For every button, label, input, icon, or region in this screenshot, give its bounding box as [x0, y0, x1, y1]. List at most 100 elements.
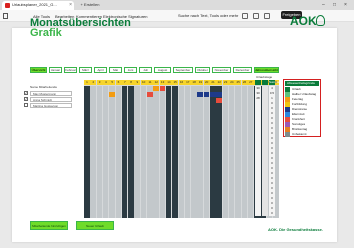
summary-cell [255, 211, 261, 216]
weekend-column[interactable] [84, 86, 90, 218]
day-column[interactable] [147, 86, 153, 218]
day-header: 6 [115, 80, 122, 85]
app-window: Urlaubsplaner_2021_G... × + Erstellen – … [0, 0, 354, 248]
month-tab-1[interactable]: Januar [49, 67, 62, 73]
day-column[interactable] [178, 86, 184, 218]
month-tab-13[interactable]: Jahresübersicht [254, 67, 279, 73]
ai-assistant-icon[interactable] [242, 13, 248, 19]
day-column[interactable] [140, 86, 147, 218]
maximize-icon[interactable]: □ [333, 0, 336, 10]
weekend-column[interactable] [121, 86, 128, 218]
month-tab-11[interactable]: November [212, 67, 231, 73]
absence-mark[interactable] [109, 92, 115, 97]
add-employee-button[interactable]: Mitarbeitende hinzufügen [30, 221, 68, 230]
month-tab-10[interactable]: Oktober [195, 67, 210, 73]
day-column[interactable] [102, 86, 109, 218]
summary-header: Summe [269, 80, 280, 85]
aok-logo: AOK [290, 14, 317, 28]
day-header: 15 [172, 80, 179, 85]
menu-icon[interactable] [3, 13, 8, 19]
vacation-days-label: Urlaubstage [256, 75, 273, 79]
day-column[interactable] [184, 86, 191, 218]
legend-swatch [285, 132, 290, 137]
day-column[interactable] [153, 86, 159, 218]
absence-mark[interactable] [203, 92, 210, 97]
day-column[interactable] [159, 86, 166, 218]
employee-checkbox[interactable] [24, 103, 28, 107]
legend-item: Unbekannt [285, 132, 319, 137]
day-column[interactable] [235, 86, 241, 218]
employee-name-field[interactable]: Anna Schmidt [30, 97, 72, 102]
employee-checkbox[interactable]: ✓ [24, 97, 28, 101]
day-column[interactable] [247, 86, 254, 218]
weekend-column[interactable] [172, 86, 178, 218]
absence-mark[interactable] [153, 86, 159, 91]
month-tab-2[interactable]: Februar [64, 67, 77, 73]
day-column[interactable] [115, 86, 121, 218]
bookmark-icon[interactable] [264, 13, 270, 19]
day-column[interactable] [90, 86, 96, 218]
absence-mark[interactable] [216, 98, 222, 103]
day-header: 16 [178, 80, 185, 85]
day-column[interactable] [191, 86, 197, 218]
day-header: 19 [197, 80, 204, 85]
summary-cell: 0 [269, 211, 275, 216]
day-header: 20 [203, 80, 210, 85]
day-header: 24 [228, 80, 235, 85]
day-column[interactable] [197, 86, 203, 218]
document-tab[interactable]: Urlaubsplaner_2021_G... × [2, 1, 74, 10]
employee-name-field[interactable]: Max Mustermann [30, 91, 72, 96]
month-tab-4[interactable]: April [94, 67, 107, 73]
day-header: 18 [191, 80, 198, 85]
new-tab-button[interactable]: + Erstellen [77, 1, 103, 9]
print-icon[interactable] [253, 13, 259, 19]
day-header: 27 [247, 80, 254, 85]
weekend-column[interactable] [216, 86, 222, 218]
month-tab-0[interactable]: Übersicht [30, 67, 47, 73]
absence-mark[interactable] [147, 92, 153, 97]
day-header: 4 [102, 80, 109, 85]
pdf-icon [5, 3, 10, 8]
day-header: 14 [165, 80, 172, 85]
day-column[interactable] [134, 86, 140, 218]
minimize-icon[interactable]: – [322, 0, 325, 10]
day-column[interactable] [109, 86, 115, 218]
legend-header: Abwesenheitsgründe [285, 81, 319, 86]
legend-label: Unbekannt [292, 132, 307, 136]
page-subtitle: Grafik [30, 27, 62, 39]
month-tab-7[interactable]: Juli [139, 67, 152, 73]
month-tab-3[interactable]: März [79, 67, 92, 73]
month-tab-12[interactable]: Dezember [233, 67, 252, 73]
month-tab-5[interactable]: Mai [109, 67, 122, 73]
absence-mark[interactable] [210, 92, 216, 97]
day-header: 23 [222, 80, 229, 85]
day-header: 3 [96, 80, 103, 85]
new-vacation-button[interactable]: Neuer Urlaub [76, 221, 114, 230]
day-header: 7 [121, 80, 128, 85]
absence-mark[interactable] [216, 92, 222, 97]
absence-mark[interactable] [159, 86, 166, 91]
employee-checkbox[interactable]: ✓ [24, 91, 28, 95]
month-tab-6[interactable]: Juni [124, 67, 137, 73]
month-tab-8[interactable]: August [154, 67, 171, 73]
summary-cell [262, 211, 268, 216]
search-field[interactable]: Suche nach Text, Tools oder mehr [178, 13, 238, 18]
close-icon[interactable]: × [69, 2, 72, 8]
day-header: 1 [84, 80, 90, 85]
day-column[interactable] [222, 86, 229, 218]
day-header: 17 [184, 80, 191, 85]
day-column[interactable] [203, 86, 210, 218]
weekend-column[interactable] [210, 86, 216, 218]
day-header: 12 [153, 80, 160, 85]
day-column[interactable] [241, 86, 247, 218]
close-window-icon[interactable]: × [344, 0, 347, 10]
weekend-column[interactable] [165, 86, 172, 218]
absence-mark[interactable] [197, 92, 203, 97]
day-column[interactable] [228, 86, 235, 218]
employee-name-field[interactable]: Martina Gustavson [30, 103, 72, 108]
day-header: 22 [216, 80, 223, 85]
summary-header [262, 80, 268, 85]
weekend-column[interactable] [128, 86, 134, 218]
month-tab-9[interactable]: September [173, 67, 193, 73]
day-column[interactable] [96, 86, 103, 218]
